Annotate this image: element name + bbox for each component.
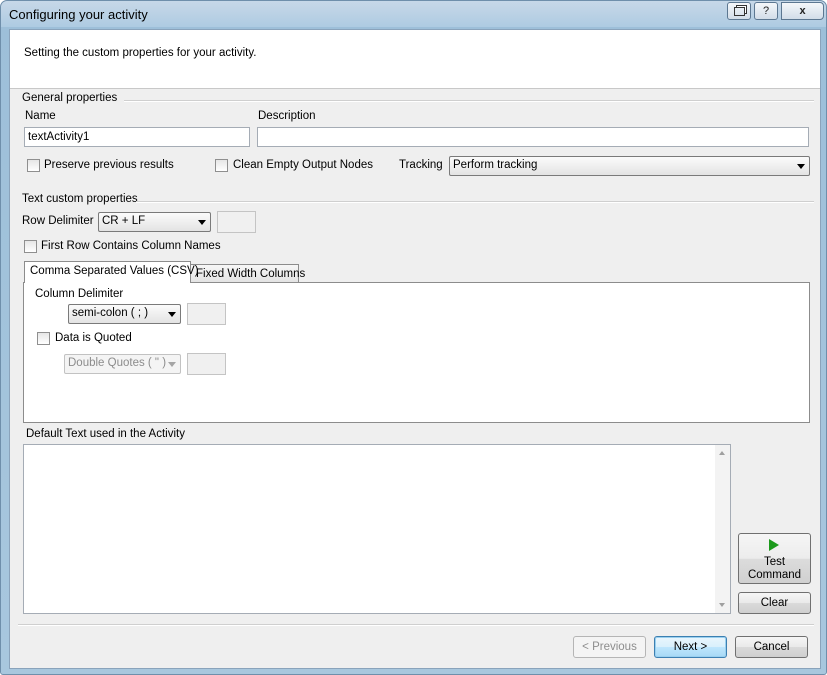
row-delimiter-label: Row Delimiter <box>22 215 94 227</box>
quote-char-value: Double Quotes ( " ) <box>68 357 167 369</box>
description-label: Description <box>258 110 316 122</box>
restore-button[interactable] <box>727 2 751 20</box>
play-icon <box>769 539 779 551</box>
dialog-client-area: Setting the custom properties for your a… <box>9 29 821 669</box>
clear-button[interactable]: Clear <box>738 592 811 614</box>
chevron-down-icon <box>168 362 176 367</box>
tracking-select[interactable]: Perform tracking <box>449 156 810 176</box>
tracking-label: Tracking <box>399 159 443 171</box>
window-title: Configuring your activity <box>9 7 148 22</box>
quote-char-custom-input[interactable] <box>187 353 226 375</box>
column-delimiter-label: Column Delimiter <box>35 288 124 300</box>
test-command-line1: Test <box>763 556 786 568</box>
dialog-window: Configuring your activity ? x Setting th… <box>0 0 827 675</box>
tracking-value: Perform tracking <box>453 159 538 171</box>
cancel-button[interactable]: Cancel <box>735 636 808 658</box>
previous-button[interactable]: < Previous <box>573 636 646 658</box>
chevron-down-icon <box>168 312 176 317</box>
dialog-header: Setting the custom properties for your a… <box>10 30 820 89</box>
restore-icon <box>733 6 745 16</box>
chevron-down-icon <box>198 220 206 225</box>
scroll-up-icon[interactable] <box>719 451 725 455</box>
column-delimiter-value: semi-colon ( ; ) <box>72 307 149 319</box>
name-label: Name <box>25 110 56 122</box>
column-delimiter-custom-input[interactable] <box>187 303 226 325</box>
vertical-scrollbar[interactable] <box>715 445 730 613</box>
test-command-line2: Command <box>747 569 802 581</box>
default-text-area[interactable] <box>23 444 731 614</box>
footer-divider <box>18 624 814 626</box>
tab-csv[interactable]: Comma Separated Values (CSV) <box>24 261 199 283</box>
text-properties-title: Text custom properties <box>22 193 138 205</box>
next-button[interactable]: Next > <box>654 636 727 658</box>
close-button[interactable]: x <box>781 2 824 20</box>
column-delimiter-select[interactable]: semi-colon ( ; ) <box>68 304 181 324</box>
tab-fixed-width[interactable]: Fixed Width Columns <box>190 264 305 284</box>
preserve-results-label: Preserve previous results <box>44 159 174 171</box>
clean-empty-nodes-label: Clean Empty Output Nodes <box>233 159 373 171</box>
row-delimiter-select[interactable]: CR + LF <box>98 212 211 232</box>
clean-empty-nodes-checkbox[interactable] <box>215 159 228 172</box>
preserve-results-checkbox[interactable] <box>27 159 40 172</box>
help-button[interactable]: ? <box>754 2 778 20</box>
csv-tab-panel: Column Delimiter semi-colon ( ; ) Data i… <box>23 282 810 423</box>
quote-char-select[interactable]: Double Quotes ( " ) <box>64 354 181 374</box>
general-divider <box>124 100 814 102</box>
close-icon: x <box>799 5 806 17</box>
row-delimiter-custom-input[interactable] <box>217 211 256 233</box>
name-input[interactable] <box>24 127 250 147</box>
data-quoted-label: Data is Quoted <box>55 332 132 344</box>
description-input[interactable] <box>257 127 809 147</box>
title-bar[interactable]: Configuring your activity ? x <box>1 1 826 29</box>
first-row-label: First Row Contains Column Names <box>41 240 221 252</box>
help-icon: ? <box>762 5 770 17</box>
test-command-button[interactable]: Test Command <box>738 533 811 584</box>
general-properties-title: General properties <box>22 92 118 104</box>
first-row-checkbox[interactable] <box>24 240 37 253</box>
data-quoted-checkbox[interactable] <box>37 332 50 345</box>
row-delimiter-value: CR + LF <box>102 215 146 227</box>
scroll-down-icon[interactable] <box>719 603 725 607</box>
chevron-down-icon <box>797 164 805 169</box>
text-props-divider <box>136 201 814 203</box>
default-text-label: Default Text used in the Activity <box>26 428 185 440</box>
header-text: Setting the custom properties for your a… <box>24 47 257 59</box>
